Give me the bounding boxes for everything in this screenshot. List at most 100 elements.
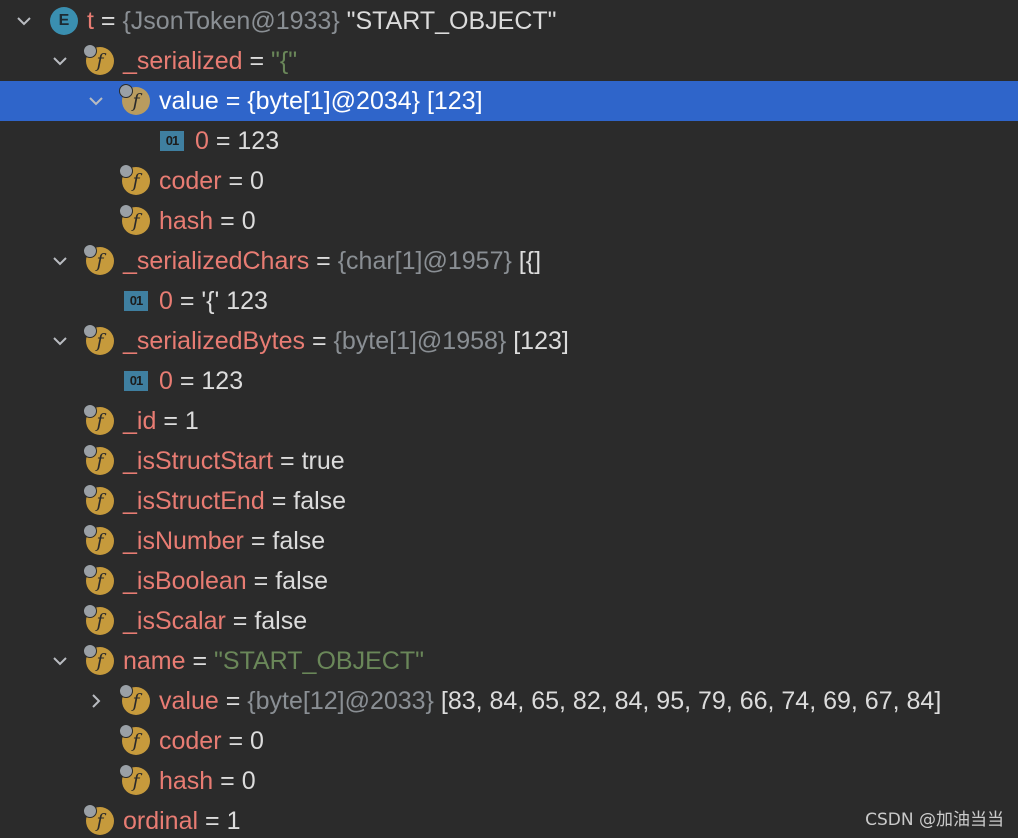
field-icon: f xyxy=(119,204,150,235)
field-icon: f xyxy=(83,644,114,675)
object-reference: {byte[1]@2034} xyxy=(247,87,421,115)
equals-sign: = xyxy=(208,127,238,155)
tree-row-label: ordinal = 1 xyxy=(123,801,240,838)
variable-value: [123] xyxy=(420,87,483,115)
equals-sign: = xyxy=(246,567,276,595)
enum-icon: E xyxy=(50,7,78,35)
tree-row-label: _isScalar = false xyxy=(123,601,307,641)
variable-name: _isBoolean xyxy=(123,567,247,595)
tree-row[interactable]: f _isBoolean = false xyxy=(0,561,1018,601)
watermark: CSDN @加油当当 xyxy=(865,810,1004,830)
tree-row[interactable]: f _isNumber = false xyxy=(0,521,1018,561)
object-reference: {byte[1]@1958} xyxy=(333,327,507,355)
object-reference: {char[1]@1957} xyxy=(337,247,512,275)
field-icon: f xyxy=(119,684,150,715)
chevron-down-icon[interactable] xyxy=(46,641,74,681)
equals-sign: = xyxy=(218,687,248,715)
variable-value: false xyxy=(275,567,329,595)
variable-name: value xyxy=(159,687,219,715)
variable-name: name xyxy=(123,647,186,675)
field-icon: f xyxy=(83,804,114,835)
tree-row[interactable]: f _serializedBytes = {byte[1]@1958} [123] xyxy=(0,321,1018,361)
variable-value: 123 xyxy=(237,127,280,155)
tree-row[interactable]: f value = {byte[1]@2034} [123] xyxy=(0,81,1018,121)
tree-row[interactable]: 01 0 = '{' 123 xyxy=(0,281,1018,321)
tree-row-label: coder = 0 xyxy=(159,161,264,201)
tree-row[interactable]: Et = {JsonToken@1933} "START_OBJECT" xyxy=(0,1,1018,41)
chevron-down-icon[interactable] xyxy=(46,41,74,81)
variable-value: [83, 84, 65, 82, 84, 95, 79, 66, 74, 69,… xyxy=(433,687,942,715)
variable-name: t xyxy=(87,7,94,35)
primitive-icon: 01 xyxy=(124,291,148,311)
equals-sign: = xyxy=(218,87,248,115)
tree-row-label: _serializedBytes = {byte[1]@1958} [123] xyxy=(123,321,569,361)
tree-row[interactable]: f _serialized = "{" xyxy=(0,41,1018,81)
tree-row[interactable]: f hash = 0 xyxy=(0,201,1018,241)
field-icon: f xyxy=(83,44,114,75)
variable-name: _serializedBytes xyxy=(123,327,306,355)
equals-sign: = xyxy=(273,447,302,475)
tree-row-label: 0 = 123 xyxy=(159,361,243,401)
tree-row-label: 0 = '{' 123 xyxy=(159,281,268,321)
chevron-down-icon[interactable] xyxy=(10,1,38,41)
equals-sign: = xyxy=(221,727,251,755)
tree-row[interactable]: 01 0 = 123 xyxy=(0,121,1018,161)
equals-sign: = xyxy=(305,327,334,355)
tree-row-label: _id = 1 xyxy=(123,401,199,441)
tree-row[interactable]: f _isScalar = false xyxy=(0,601,1018,641)
tree-row[interactable]: f name = "START_OBJECT" xyxy=(0,641,1018,681)
equals-sign: = xyxy=(213,767,242,795)
variable-value: [{] xyxy=(511,247,542,275)
tree-row[interactable]: f _isStructStart = true xyxy=(0,441,1018,481)
variable-name: _serialized xyxy=(123,47,243,75)
variable-name: _isStructStart xyxy=(123,447,274,475)
field-icon: f xyxy=(83,324,114,355)
variables-tree: Et = {JsonToken@1933} "START_OBJECT" f _se… xyxy=(0,0,1018,838)
field-icon: f xyxy=(119,764,150,795)
equals-sign: = xyxy=(264,487,294,515)
tree-row[interactable]: f value = {byte[12]@2033} [83, 84, 65, 82… xyxy=(0,681,1018,721)
chevron-right-icon[interactable] xyxy=(82,681,110,721)
field-icon: f xyxy=(83,604,114,635)
variable-name: _id xyxy=(123,407,157,435)
tree-row[interactable]: f _id = 1 xyxy=(0,401,1018,441)
field-icon: f xyxy=(83,244,114,275)
variable-name: _isScalar xyxy=(123,607,226,635)
tree-row-label: value = {byte[12]@2033} [83, 84, 65, 82,… xyxy=(159,681,941,721)
tree-row-label: _isBoolean = false xyxy=(123,561,328,601)
variable-value: 0 xyxy=(250,727,264,755)
field-icon: f xyxy=(83,484,114,515)
variable-value: "START_OBJECT" xyxy=(339,7,557,35)
variable-value: false xyxy=(293,487,347,515)
equals-sign: = xyxy=(221,167,251,195)
variable-value: 0 xyxy=(241,767,256,795)
tree-row-label: _isStructEnd = false xyxy=(123,481,346,521)
tree-row[interactable]: f coder = 0 xyxy=(0,721,1018,761)
tree-row[interactable]: f coder = 0 xyxy=(0,161,1018,201)
tree-row-label: coder = 0 xyxy=(159,721,264,761)
field-icon: f xyxy=(83,564,114,595)
variable-value: true xyxy=(301,447,345,475)
variable-name: coder xyxy=(159,727,222,755)
equals-sign: = xyxy=(213,207,242,235)
chevron-down-icon[interactable] xyxy=(46,241,74,281)
tree-row[interactable]: f _isStructEnd = false xyxy=(0,481,1018,521)
tree-row-label: _serializedChars = {char[1]@1957} [{] xyxy=(123,241,541,281)
variable-value: 0 xyxy=(241,207,256,235)
variable-name: coder xyxy=(159,167,222,195)
object-reference: {JsonToken@1933} xyxy=(122,7,340,35)
variable-name: ordinal xyxy=(123,807,199,835)
field-icon: f xyxy=(119,164,150,195)
tree-row-label: _isStructStart = true xyxy=(123,441,345,481)
tree-row[interactable]: 01 0 = 123 xyxy=(0,361,1018,401)
chevron-down-icon[interactable] xyxy=(46,321,74,361)
variable-value: false xyxy=(254,607,308,635)
equals-sign: = xyxy=(225,607,255,635)
equals-sign: = xyxy=(172,367,202,395)
tree-row[interactable]: f _serializedChars = {char[1]@1957} [{] xyxy=(0,241,1018,281)
variable-value: [123] xyxy=(506,327,569,355)
tree-row[interactable]: f hash = 0 xyxy=(0,761,1018,801)
chevron-down-icon[interactable] xyxy=(82,81,110,121)
equals-sign: = xyxy=(309,247,338,275)
variable-name: hash xyxy=(159,767,214,795)
